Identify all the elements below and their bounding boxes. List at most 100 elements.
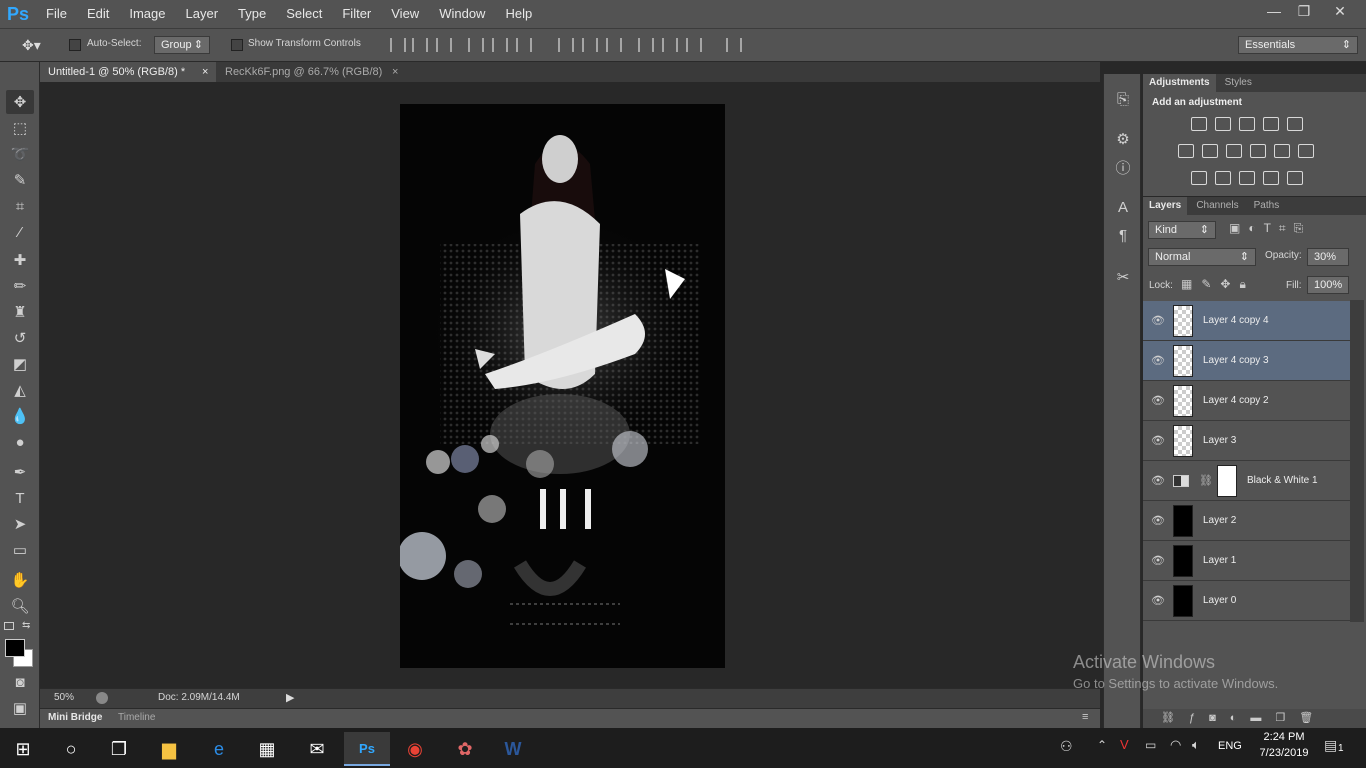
visibility-eye-icon[interactable]: 👁︎ [1143, 554, 1173, 567]
distribute-left-icon[interactable] [638, 38, 654, 52]
distribute-top-icon[interactable] [558, 38, 574, 52]
visibility-eye-icon[interactable]: 👁︎ [1143, 514, 1173, 527]
fill-field[interactable]: 100% [1307, 276, 1349, 294]
history-panel-icon[interactable]: ⎘ [1112, 88, 1134, 110]
move-tool-icon[interactable]: ✥ [6, 90, 34, 114]
path-select-icon[interactable]: ➤ [6, 512, 34, 536]
clone-stamp-icon[interactable]: ♜ [6, 300, 34, 324]
menu-view[interactable]: View [381, 0, 429, 28]
visibility-eye-icon[interactable]: 👁︎ [1143, 474, 1173, 487]
battery-icon[interactable]: ▭ [1145, 738, 1156, 752]
exposure-icon[interactable] [1263, 117, 1279, 131]
tab-styles[interactable]: Styles [1219, 74, 1258, 92]
distribute-vcenter-icon[interactable] [582, 38, 598, 52]
paint-bucket-icon[interactable]: ◭ [6, 378, 34, 402]
chrome-icon[interactable]: ◉ [392, 732, 438, 766]
eyedropper-tool-icon[interactable]: ⁄ [6, 220, 34, 244]
mail-icon[interactable]: ✉ [294, 732, 340, 766]
align-vcenter-icon[interactable] [412, 38, 428, 52]
threshold-icon[interactable] [1239, 171, 1255, 185]
lasso-tool-icon[interactable]: ➰ [6, 142, 34, 166]
start-icon[interactable]: ⊞ [0, 732, 46, 766]
people-icon[interactable]: ⚇ [1060, 738, 1073, 755]
swap-colors-icon[interactable]: ⇆ [22, 620, 30, 631]
wifi-icon[interactable]: ◠ [1170, 737, 1181, 753]
tab-reckk6f[interactable]: RecKk6F.png @ 66.7% (RGB/8) × [217, 62, 407, 82]
layer-row[interactable]: 👁︎ Layer 4 copy 3 [1143, 341, 1350, 381]
photo-filter-icon[interactable] [1250, 144, 1266, 158]
blend-mode-dropdown[interactable]: Normal ⇕ [1148, 248, 1256, 266]
brush-tool-icon[interactable]: ✏ [6, 274, 34, 298]
language-indicator[interactable]: ENG [1218, 740, 1242, 752]
menu-image[interactable]: Image [119, 0, 175, 28]
paint-icon[interactable]: ✿ [442, 732, 488, 766]
hand-tool-icon[interactable]: ✋ [6, 568, 34, 592]
layer-row[interactable]: 👁︎ Layer 2 [1143, 501, 1350, 541]
tab-adjustments[interactable]: Adjustments [1143, 74, 1216, 92]
levels-icon[interactable] [1215, 117, 1231, 131]
task-view-icon[interactable]: ❐ [96, 732, 142, 766]
layers-scrollbar[interactable] [1350, 300, 1364, 622]
layer-kind-filter[interactable]: Kind ⇕ [1148, 221, 1216, 239]
eraser-tool-icon[interactable]: ◩ [6, 352, 34, 376]
menu-edit[interactable]: Edit [77, 0, 119, 28]
vibrance-icon[interactable] [1287, 117, 1303, 131]
quick-mask-icon[interactable]: ◙ [6, 670, 34, 694]
layer-filter-icons[interactable]: ▣◐T⌗⎘ [1229, 221, 1311, 236]
distribute-bottom-icon[interactable] [606, 38, 622, 52]
pen-tool-icon[interactable]: ✒ [6, 460, 34, 484]
marquee-tool-icon[interactable]: ⬚ [6, 116, 34, 140]
dodge-tool-icon[interactable]: ● [6, 430, 34, 454]
layer-row[interactable]: 👁︎ Layer 1 [1143, 541, 1350, 581]
foreground-color-swatch[interactable] [5, 639, 25, 657]
clock[interactable]: 2:24 PM 7/23/2019 [1255, 731, 1313, 759]
layer-row[interactable]: 👁︎ Layer 4 copy 4 [1143, 301, 1350, 341]
word-icon[interactable]: W [490, 732, 536, 766]
align-hcenter-icon[interactable] [492, 38, 508, 52]
opacity-field[interactable]: 30% [1307, 248, 1349, 266]
tab-layers[interactable]: Layers [1143, 197, 1188, 215]
search-icon[interactable]: ○ [48, 732, 94, 766]
mask-link-icon[interactable]: ⛓ [1199, 474, 1213, 487]
align-bottom-icon[interactable] [436, 38, 452, 52]
menu-type[interactable]: Type [228, 0, 276, 28]
posterize-icon[interactable] [1215, 171, 1231, 185]
healing-brush-icon[interactable]: ✚ [6, 248, 34, 272]
status-info-icon[interactable] [96, 692, 108, 704]
menu-layer[interactable]: Layer [176, 0, 229, 28]
show-transform-checkbox[interactable] [231, 39, 243, 51]
panel-menu-icon[interactable]: ≡ [1082, 711, 1088, 723]
auto-select-checkbox[interactable] [69, 39, 81, 51]
menu-select[interactable]: Select [276, 0, 332, 28]
quick-select-tool-icon[interactable]: ✎ [6, 168, 34, 192]
tab-timeline[interactable]: Timeline [118, 712, 155, 723]
layer-row[interactable]: 👁︎ Layer 0 [1143, 581, 1350, 621]
zoom-tool-icon[interactable]: 🔍︎ [6, 594, 34, 618]
file-explorer-icon[interactable]: ▆ [146, 732, 192, 766]
menu-filter[interactable]: Filter [332, 0, 381, 28]
layer-row[interactable]: 👁︎ Layer 4 copy 2 [1143, 381, 1350, 421]
rectangle-tool-icon[interactable]: ▭ [6, 538, 34, 562]
tab-untitled-1[interactable]: Untitled-1 @ 50% (RGB/8) * × [40, 62, 216, 82]
blur-tool-icon[interactable]: 💧 [6, 404, 34, 428]
tab-close-icon[interactable]: × [202, 62, 208, 82]
distribute-hcenter-icon[interactable] [662, 38, 678, 52]
document-canvas[interactable] [400, 104, 725, 668]
history-brush-icon[interactable]: ↺ [6, 326, 34, 350]
channel-mixer-icon[interactable] [1274, 144, 1290, 158]
type-tool-icon[interactable]: T [6, 486, 34, 510]
zoom-level[interactable]: 50% [54, 692, 74, 703]
selective-color-icon[interactable] [1263, 171, 1279, 185]
black-white-icon[interactable] [1226, 144, 1242, 158]
auto-align-icon[interactable] [726, 38, 742, 52]
distribute-right-icon[interactable] [686, 38, 702, 52]
notification-center-icon[interactable]: ▤ [1324, 737, 1337, 754]
auto-select-dropdown[interactable]: Group ⇕ [154, 36, 210, 54]
layer-row[interactable]: 👁︎ ⛓ Black & White 1 [1143, 461, 1350, 501]
tab-mini-bridge[interactable]: Mini Bridge [48, 712, 102, 723]
invert-icon[interactable] [1191, 171, 1207, 185]
tab-paths[interactable]: Paths [1248, 197, 1286, 215]
layers-footer-icons[interactable]: ⛓ƒ◙◐▬❐🗑︎ [1143, 709, 1366, 728]
info-panel-icon[interactable]: ⓘ [1112, 156, 1134, 178]
curves-icon[interactable] [1239, 117, 1255, 131]
